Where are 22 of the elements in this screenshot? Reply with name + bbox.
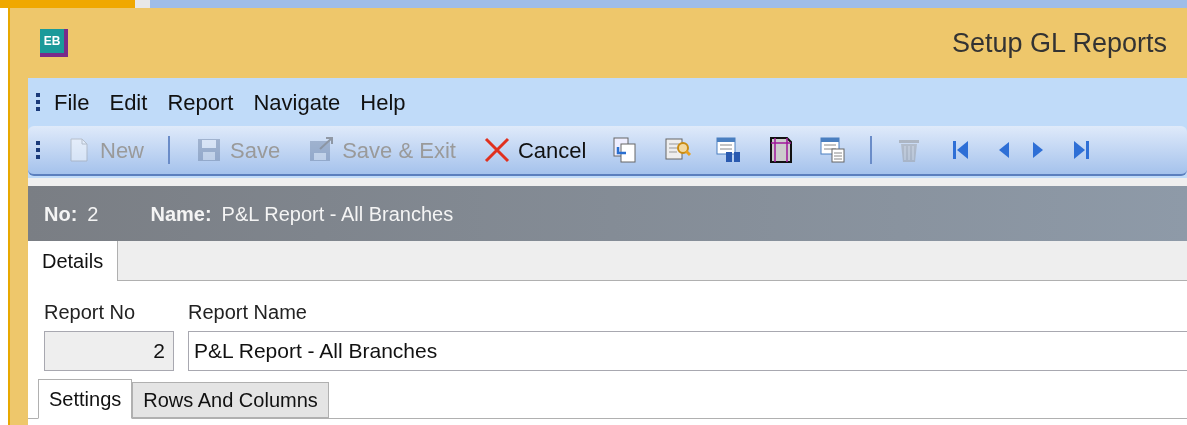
field-label: Report Name — [188, 300, 308, 325]
app-logo: EB — [40, 29, 68, 57]
previous-arrow-icon — [998, 141, 1011, 159]
window-title: Setup GL Reports — [951, 26, 1167, 60]
menu-item[interactable]: File — [54, 85, 90, 119]
grip-icon — [36, 141, 40, 159]
tab[interactable]: Settings — [38, 379, 133, 419]
tab[interactable]: Rows And Columns — [132, 382, 329, 418]
tab[interactable]: Details — [28, 241, 119, 281]
header-label: Name: — [150, 201, 212, 227]
header-label: No: — [44, 201, 78, 227]
next-arrow-icon — [1032, 141, 1045, 159]
field-label: Report No — [44, 300, 137, 325]
header-value: P&L Report - All Branches — [221, 201, 454, 227]
menu-item[interactable]: Edit — [109, 85, 148, 119]
toolbar-button[interactable]: Cancel — [479, 133, 589, 167]
menu-item[interactable]: Help — [360, 85, 406, 119]
menu-item[interactable]: Report — [167, 85, 234, 119]
report-name-field[interactable]: P&L Report - All Branches — [188, 331, 1187, 371]
grip-icon — [36, 93, 40, 111]
menu-item[interactable]: Navigate — [253, 85, 341, 119]
header-value: 2 — [87, 201, 99, 227]
